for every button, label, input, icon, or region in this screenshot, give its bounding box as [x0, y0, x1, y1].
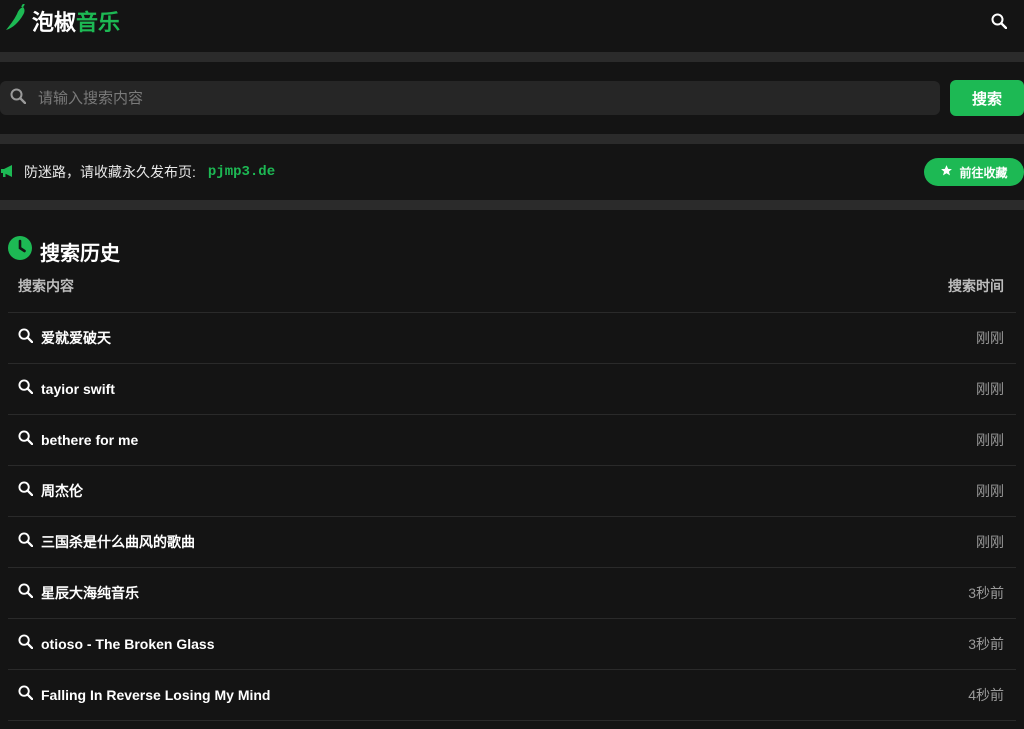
row-left: 星辰大海纯音乐	[18, 583, 139, 603]
history-time: 3秒前	[968, 636, 1004, 652]
logo-text-part1: 泡椒	[32, 10, 77, 35]
history-row[interactable]: 星辰大海纯音乐 3秒前	[8, 568, 1016, 619]
search-icon	[18, 481, 34, 501]
header-search-icon[interactable]	[988, 10, 1010, 32]
history-row[interactable]: otioso - The Broken Glass 3秒前	[8, 619, 1016, 670]
search-icon	[18, 532, 34, 552]
row-left: 周杰伦	[18, 481, 83, 501]
column-header-query: 搜索内容	[18, 278, 74, 294]
history-row[interactable]: Falling In Reverse Losing My Mind 4秒前	[8, 670, 1016, 721]
search-icon	[18, 328, 34, 348]
history-row[interactable]: bethere for me 刚刚	[8, 415, 1016, 466]
history-time: 刚刚	[976, 483, 1004, 499]
history-query[interactable]: 周杰伦	[41, 481, 83, 501]
notice-message: 防迷路，请收藏永久发布页: pjmp3.de	[0, 162, 275, 182]
star-icon	[940, 164, 953, 180]
column-header-time: 搜索时间	[948, 278, 1004, 294]
divider	[0, 52, 1024, 62]
history-row[interactable]: 三国杀是什么曲风的歌曲 刚刚	[8, 517, 1016, 568]
notice-bar: 防迷路，请收藏永久发布页: pjmp3.de 前往收藏	[0, 144, 1024, 200]
history-time: 刚刚	[976, 432, 1004, 448]
history-row[interactable]: 爱就爱破天 刚刚	[8, 313, 1016, 364]
history-query[interactable]: bethere for me	[41, 432, 138, 448]
row-left: 三国杀是什么曲风的歌曲	[18, 532, 195, 552]
search-icon	[18, 379, 34, 399]
divider	[0, 134, 1024, 144]
row-left: otioso - The Broken Glass	[18, 634, 214, 654]
history-time: 4秒前	[968, 687, 1004, 703]
logo-text-part2: 音乐	[76, 10, 121, 35]
table-header: 搜索内容 搜索时间	[8, 260, 1016, 313]
history-list: 爱就爱破天 刚刚 tayior swift 刚刚 bethere for me 刚刚 周杰伦…	[8, 313, 1016, 721]
search-icon	[18, 583, 34, 603]
app-header: 泡椒 音乐	[0, 0, 1024, 42]
notice-text: 防迷路，请收藏永久发布页:	[24, 164, 196, 180]
row-left: 爱就爱破天	[18, 328, 111, 348]
history-time: 刚刚	[976, 330, 1004, 346]
logo[interactable]: 泡椒 音乐	[4, 3, 121, 38]
search-field[interactable]	[0, 81, 940, 115]
divider	[0, 200, 1024, 210]
row-left: tayior swift	[18, 379, 115, 399]
history-query[interactable]: Falling In Reverse Losing My Mind	[41, 687, 270, 703]
history-query[interactable]: tayior swift	[41, 381, 115, 397]
history-query[interactable]: otioso - The Broken Glass	[41, 636, 214, 652]
notice-url[interactable]: pjmp3.de	[208, 164, 275, 180]
search-history-section: 搜索历史 搜索内容 搜索时间 爱就爱破天 刚刚 tayior swift 刚刚 beth…	[0, 210, 1024, 721]
history-time: 3秒前	[968, 585, 1004, 601]
history-query[interactable]: 三国杀是什么曲风的歌曲	[41, 532, 195, 552]
history-time: 刚刚	[976, 381, 1004, 397]
history-time: 刚刚	[976, 534, 1004, 550]
search-icon	[10, 88, 27, 109]
row-left: Falling In Reverse Losing My Mind	[18, 685, 270, 705]
history-row[interactable]: tayior swift 刚刚	[8, 364, 1016, 415]
history-query[interactable]: 星辰大海纯音乐	[41, 583, 139, 603]
search-icon	[18, 430, 34, 450]
bookmark-button-label: 前往收藏	[959, 165, 1008, 180]
chili-pepper-icon	[4, 3, 28, 38]
bookmark-button[interactable]: 前往收藏	[924, 158, 1024, 186]
history-query[interactable]: 爱就爱破天	[41, 328, 111, 348]
search-button[interactable]: 搜索	[950, 80, 1024, 116]
clock-icon	[8, 236, 32, 266]
search-input[interactable]	[36, 88, 900, 108]
megaphone-icon	[0, 163, 16, 182]
search-icon	[18, 685, 34, 705]
history-title: 搜索历史	[40, 242, 120, 265]
search-icon	[18, 634, 34, 654]
history-row[interactable]: 周杰伦 刚刚	[8, 466, 1016, 517]
row-left: bethere for me	[18, 430, 138, 450]
search-bar: 搜索	[0, 62, 1024, 134]
